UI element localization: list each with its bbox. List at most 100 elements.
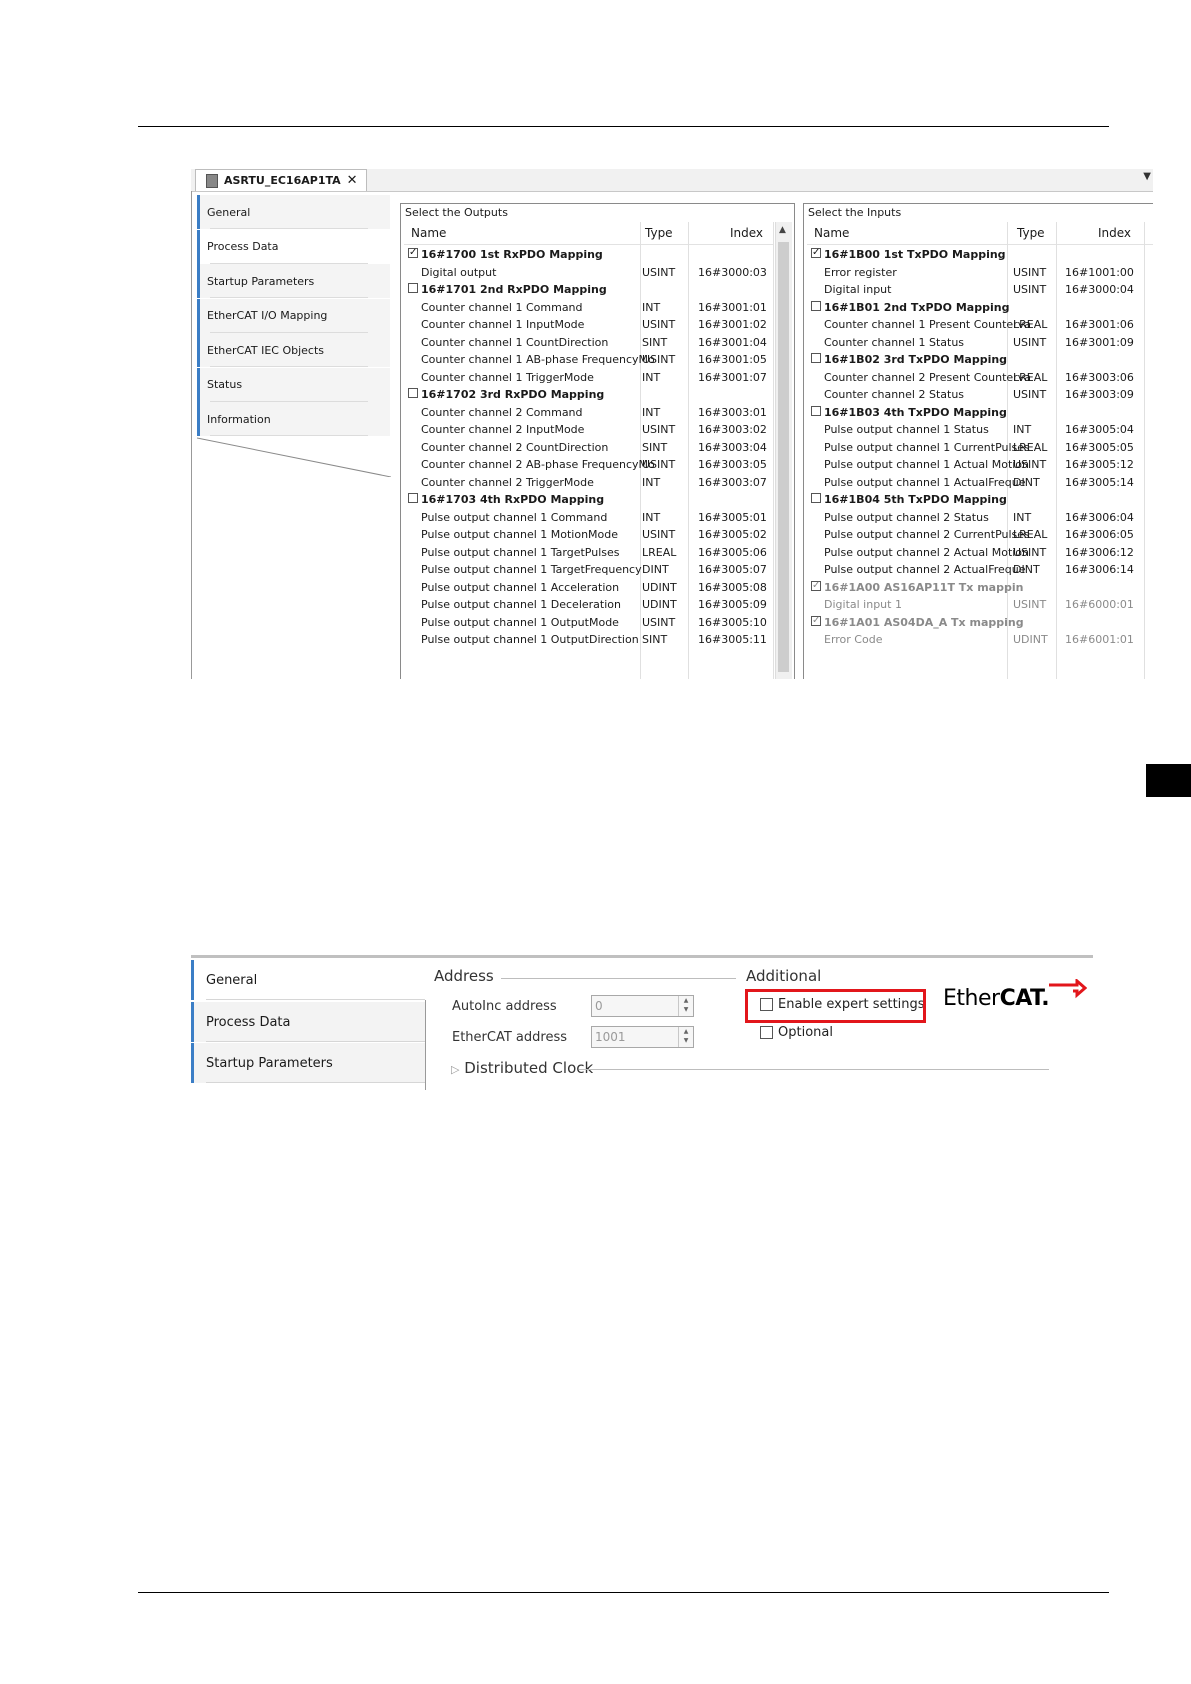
pdo-group-row[interactable]: 16#1B03 4th TxPDO Mapping: [807, 403, 1153, 422]
pdo-entry-row[interactable]: Counter channel 1 InputMode USINT 16#3001:…: [404, 315, 774, 334]
nav-process-data[interactable]: Process Data: [197, 229, 390, 264]
row-name: 16#1700 1st RxPDO Mapping: [421, 248, 603, 261]
pdo-entry-row[interactable]: Digital input 1 USINT 16#6000:01: [807, 595, 1153, 614]
checkbox-icon[interactable]: [811, 405, 821, 416]
pdo-entry-row[interactable]: Pulse output channel 1 Command INT 16#3005…: [404, 508, 774, 527]
pdo-entry-row[interactable]: Pulse output channel 2 Status INT 16#3006:…: [807, 508, 1153, 527]
pdo-group-row[interactable]: 16#1B02 3rd TxPDO Mapping: [807, 350, 1153, 369]
col-name[interactable]: Name: [411, 226, 446, 240]
row-index: 16#3000:04: [1065, 283, 1134, 296]
row-index: 16#3001:02: [698, 318, 767, 331]
checkbox-icon[interactable]: [408, 283, 418, 293]
pdo-entry-row[interactable]: Counter channel 2 Command INT 16#3003:01: [404, 403, 774, 422]
col-index[interactable]: Index: [730, 226, 763, 240]
checkbox-icon[interactable]: ✓: [811, 580, 821, 591]
distributed-clock-expander[interactable]: ▷ Distributed Clock: [451, 1059, 593, 1077]
pdo-entry-row[interactable]: Error Code UDINT 16#6001:01: [807, 630, 1153, 649]
checkbox-icon[interactable]: [811, 493, 821, 503]
pdo-group-row[interactable]: 16#1701 2nd RxPDO Mapping: [404, 280, 774, 299]
pdo-entry-row[interactable]: Counter channel 1 Command INT 16#3001:01: [404, 298, 774, 317]
pdo-entry-row[interactable]: Digital output USINT 16#3000:03: [404, 263, 774, 282]
checkbox-icon[interactable]: [760, 1026, 773, 1039]
pdo-entry-row[interactable]: Counter channel 2 AB-phase FrequencyMo US…: [404, 455, 774, 474]
pdo-entry-row[interactable]: Pulse output channel 1 MotionMode USINT 16…: [404, 525, 774, 544]
checkbox-icon[interactable]: [408, 493, 418, 503]
nav-startup-parameters[interactable]: Startup Parameters: [197, 264, 390, 298]
pdo-entry-row[interactable]: Pulse output channel 1 Actual Motion USIN…: [807, 455, 1153, 474]
pdo-entry-row[interactable]: Digital input USINT 16#3000:04: [807, 280, 1153, 299]
nav-startup-parameters[interactable]: Startup Parameters: [191, 1043, 425, 1083]
pdo-group-row[interactable]: 16#1703 4th RxPDO Mapping: [404, 490, 774, 509]
autoinc-value: 0: [595, 999, 603, 1013]
spin-arrows-icon[interactable]: ▲ ▼: [678, 996, 693, 1016]
pdo-entry-row[interactable]: Pulse output channel 1 TargetFrequency DI…: [404, 560, 774, 579]
checkbox-icon[interactable]: ✓: [811, 615, 821, 626]
row-index: 16#3003:01: [698, 405, 767, 419]
outputs-scrollbar[interactable]: ▲: [775, 222, 792, 679]
pdo-entry-row[interactable]: Pulse output channel 2 Actual Motion USIN…: [807, 543, 1153, 562]
nav-process-data[interactable]: Process Data: [191, 1002, 425, 1042]
scroll-up-icon[interactable]: ▲: [779, 225, 786, 235]
checkbox-icon[interactable]: ✓: [408, 248, 418, 258]
col-type[interactable]: Type: [645, 226, 673, 240]
pdo-group-row[interactable]: 16#1B01 2nd TxPDO Mapping: [807, 298, 1153, 317]
row-type: SINT: [642, 335, 668, 349]
nav-information[interactable]: Information: [197, 402, 390, 436]
row-type: INT: [1013, 510, 1032, 524]
checkbox-icon[interactable]: [811, 353, 821, 363]
checkbox-icon[interactable]: ✓: [811, 248, 821, 258]
pdo-group-row[interactable]: ✓ 16#1A00 AS16AP11T Tx mappin: [807, 578, 1153, 597]
device-editor-tab[interactable]: ASRTU_EC16AP1TA ✕: [195, 169, 367, 191]
pdo-entry-row[interactable]: Counter channel 1 Present Counterva LREAL…: [807, 315, 1153, 334]
additional-legend: Additional: [746, 967, 822, 985]
nav-status[interactable]: Status: [197, 367, 390, 402]
col-name[interactable]: Name: [814, 226, 849, 240]
highlight-box: [745, 989, 926, 1023]
nav-general[interactable]: General: [191, 960, 425, 1000]
close-icon[interactable]: ✕: [347, 173, 358, 188]
pdo-entry-row[interactable]: Counter channel 2 TriggerMode INT 16#3003:…: [404, 473, 774, 492]
pdo-entry-row[interactable]: Pulse output channel 1 CurrentPulses LREA…: [807, 438, 1153, 457]
pdo-entry-row[interactable]: Pulse output channel 2 CurrentPulses LREA…: [807, 525, 1153, 544]
nav-ethercat-i-o-mapping[interactable]: EtherCAT I/O Mapping: [197, 298, 390, 333]
pdo-entry-row[interactable]: Pulse output channel 1 OutputMode USINT 16…: [404, 613, 774, 632]
pdo-entry-row[interactable]: Counter channel 1 CountDirection SINT 16#3…: [404, 333, 774, 352]
spin-arrows-icon[interactable]: ▲ ▼: [678, 1027, 693, 1047]
pdo-entry-row[interactable]: Counter channel 1 AB-phase FrequencyMo US…: [404, 350, 774, 369]
autoinc-address-field[interactable]: 0 ▲ ▼: [591, 995, 694, 1017]
pdo-entry-row[interactable]: Counter channel 2 Status USINT 16#3003:09: [807, 385, 1153, 404]
pdo-group-row[interactable]: ✓ 16#1A01 AS04DA_A Tx mapping: [807, 613, 1153, 632]
optional-checkbox[interactable]: Optional: [760, 1025, 833, 1040]
row-type: UDINT: [642, 580, 677, 594]
pdo-entry-row[interactable]: Counter channel 2 Present Counterva LREAL…: [807, 368, 1153, 387]
pdo-group-row[interactable]: ✓ 16#1700 1st RxPDO Mapping: [404, 245, 774, 264]
pdo-entry-row[interactable]: Pulse output channel 1 Status INT 16#3005:…: [807, 420, 1153, 439]
pdo-entry-row[interactable]: Counter channel 2 InputMode USINT 16#3003:…: [404, 420, 774, 439]
expand-triangle-icon[interactable]: ▷: [451, 1063, 459, 1076]
pdo-entry-row[interactable]: Counter channel 1 TriggerMode INT 16#3001:…: [404, 368, 774, 387]
nav-general[interactable]: General: [197, 195, 390, 229]
scroll-thumb[interactable]: [778, 242, 789, 672]
pdo-entry-row[interactable]: Error register USINT 16#1001:00: [807, 263, 1153, 282]
row-type: LREAL: [1013, 528, 1048, 541]
pdo-group-row[interactable]: 16#1B04 5th TxPDO Mapping: [807, 490, 1153, 509]
pdo-entry-row[interactable]: Pulse output channel 1 Deceleration UDINT…: [404, 595, 774, 614]
pdo-entry-row[interactable]: Pulse output channel 1 ActualFreque DINT 1…: [807, 473, 1153, 492]
pdo-entry-row[interactable]: Counter channel 1 Status USINT 16#3001:09: [807, 333, 1153, 352]
pdo-group-row[interactable]: 16#1702 3rd RxPDO Mapping: [404, 385, 774, 404]
pdo-group-row[interactable]: ✓ 16#1B00 1st TxPDO Mapping: [807, 245, 1153, 264]
nav-label: Startup Parameters: [206, 1055, 333, 1071]
pdo-entry-row[interactable]: Pulse output channel 1 OutputDirection SI…: [404, 630, 774, 649]
pdo-entry-row[interactable]: Pulse output channel 2 ActualFreque DINT 1…: [807, 560, 1153, 579]
row-name: Counter channel 1 Status: [824, 335, 965, 349]
nav-ethercat-iec-objects[interactable]: EtherCAT IEC Objects: [197, 333, 390, 367]
checkbox-icon[interactable]: [811, 300, 821, 311]
ethercat-address-field[interactable]: 1001 ▲ ▼: [591, 1026, 694, 1048]
col-index[interactable]: Index: [1098, 226, 1131, 240]
pdo-entry-row[interactable]: Counter channel 2 CountDirection SINT 16#3…: [404, 438, 774, 457]
pdo-entry-row[interactable]: Pulse output channel 1 TargetPulses LREAL…: [404, 543, 774, 562]
col-type[interactable]: Type: [1017, 226, 1045, 240]
tab-list-dropdown-icon[interactable]: ▼: [1143, 171, 1151, 182]
checkbox-icon[interactable]: [408, 388, 418, 398]
pdo-entry-row[interactable]: Pulse output channel 1 Acceleration UDINT…: [404, 578, 774, 597]
